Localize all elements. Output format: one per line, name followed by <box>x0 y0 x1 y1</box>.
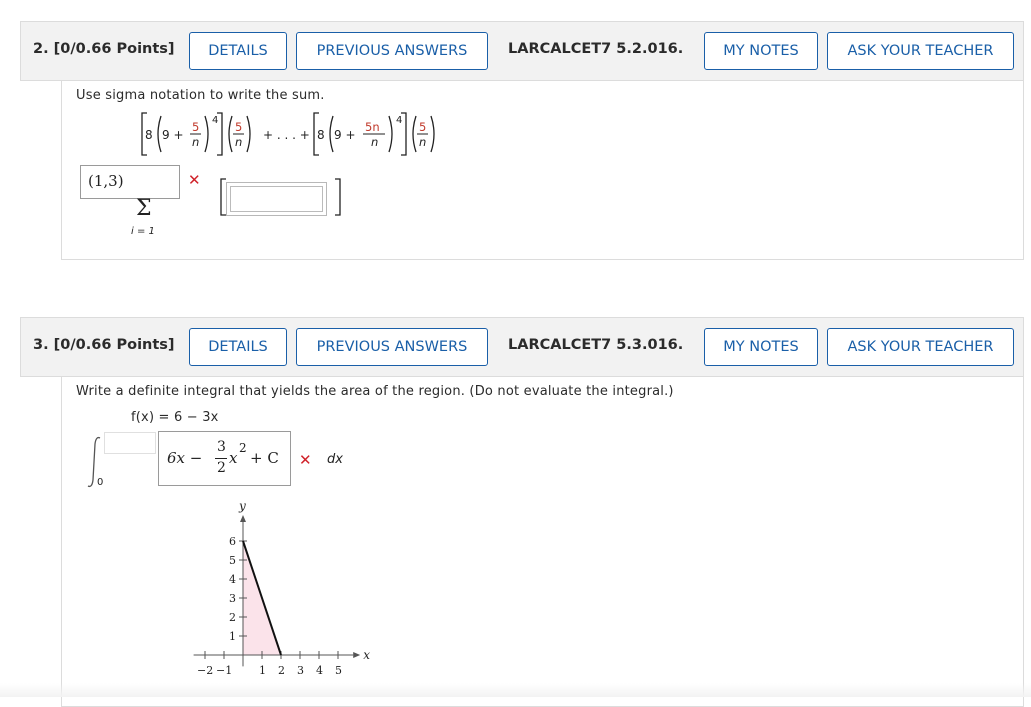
y-axis-arrow <box>240 515 246 522</box>
factor-den-1: n <box>235 135 242 149</box>
exp-2: 4 <box>396 115 402 126</box>
ask-your-teacher-button[interactable]: ASK YOUR TEACHER <box>827 32 1014 70</box>
ask-your-teacher-button[interactable]: ASK YOUR TEACHER <box>827 328 1014 366</box>
integrand-power: 2 <box>239 441 247 455</box>
bottom-fade <box>0 683 1031 697</box>
x-tick-label: −2 <box>197 664 213 677</box>
factor-den-2: n <box>419 135 426 149</box>
y-tick-label: 4 <box>229 573 236 586</box>
previous-answers-button[interactable]: PREVIOUS ANSWERS <box>296 328 488 366</box>
exp-1: 4 <box>212 115 218 126</box>
y-tick-label: 2 <box>229 611 236 624</box>
factor-num-1: 5 <box>235 120 242 134</box>
x-tick-label: 5 <box>335 664 342 677</box>
sigma-lower-limit: i = 1 <box>131 226 155 237</box>
dx-label: dx <box>327 452 343 467</box>
question-3-prompt: Write a definite integral that yields th… <box>76 384 674 399</box>
frac-num-1: 5 <box>192 120 199 134</box>
my-notes-button[interactable]: MY NOTES <box>704 32 818 70</box>
x-axis-arrow <box>353 652 361 658</box>
question-3-header: 3. [0/0.66 Points] DETAILS PREVIOUS ANSW… <box>20 317 1024 377</box>
y-tick-label: 6 <box>229 535 236 548</box>
x-tick-label: 3 <box>297 664 304 677</box>
x-tick-label: 2 <box>278 664 285 677</box>
sigma-upper-answer[interactable]: (1,3) <box>80 165 180 199</box>
sigma-symbol: Σ <box>136 196 152 221</box>
y-axis-label: y <box>238 499 246 513</box>
x-tick-label: 1 <box>259 664 266 677</box>
y-tick-label: 5 <box>229 554 236 567</box>
coef-2: 8 <box>317 128 325 142</box>
sum-expression: 8 9 + 5 n 4 5 n + . . . + 8 9 + 5n n 4 5… <box>141 112 435 156</box>
upper-limit-input[interactable] <box>104 432 156 454</box>
integrand-constant: + C <box>250 449 279 467</box>
integral-lower-limit: 0 <box>97 477 104 488</box>
factor-num-2: 5 <box>419 120 426 134</box>
y-tick-label: 3 <box>229 592 236 605</box>
frac-den-2: n <box>371 135 378 149</box>
function-label: f(x) = 6 − 3x <box>131 410 219 425</box>
question-2-code: LARCALCET7 5.2.016. <box>508 41 684 57</box>
details-button[interactable]: DETAILS <box>189 32 287 70</box>
ellipsis: + . . . + <box>263 128 310 142</box>
question-2-prompt: Use sigma notation to write the sum. <box>76 88 325 103</box>
integrand-frac-bar <box>215 458 227 459</box>
integrand-frac-den: 2 <box>217 460 226 476</box>
x-axis-label: x <box>363 648 370 662</box>
frac-num-2: 5n <box>365 120 380 134</box>
base-2: 9 + <box>334 128 356 142</box>
details-button[interactable]: DETAILS <box>189 328 287 366</box>
coef-1: 8 <box>145 128 153 142</box>
integrand-lead: 6x − <box>167 449 203 467</box>
integrand-variable: x <box>229 449 238 467</box>
y-tick-label: 1 <box>229 630 236 643</box>
summand-input[interactable] <box>226 182 327 216</box>
incorrect-icon: ✕ <box>188 171 201 189</box>
base-1: 9 + <box>162 128 184 142</box>
integrand-frac-num: 3 <box>217 439 226 455</box>
question-3-code: LARCALCET7 5.3.016. <box>508 337 684 353</box>
question-2-points: 2. [0/0.66 Points] <box>33 41 175 57</box>
question-2-header: 2. [0/0.66 Points] DETAILS PREVIOUS ANSW… <box>20 21 1024 81</box>
question-2-body <box>61 81 1024 260</box>
previous-answers-button[interactable]: PREVIOUS ANSWERS <box>296 32 488 70</box>
region-graph: xy123456−2 −1 1 2 3 4 5 <box>193 499 370 677</box>
question-3-points: 3. [0/0.66 Points] <box>33 337 175 353</box>
x-tick-label: 4 <box>316 664 323 677</box>
frac-den-1: n <box>192 135 199 149</box>
my-notes-button[interactable]: MY NOTES <box>704 328 818 366</box>
sigma-upper-answer-value: (1,3) <box>88 172 124 190</box>
integrand-answer[interactable]: 6x − 3 2 x 2 + C <box>158 431 291 486</box>
incorrect-icon: ✕ <box>299 451 312 469</box>
x-tick-label: −1 <box>216 664 232 677</box>
